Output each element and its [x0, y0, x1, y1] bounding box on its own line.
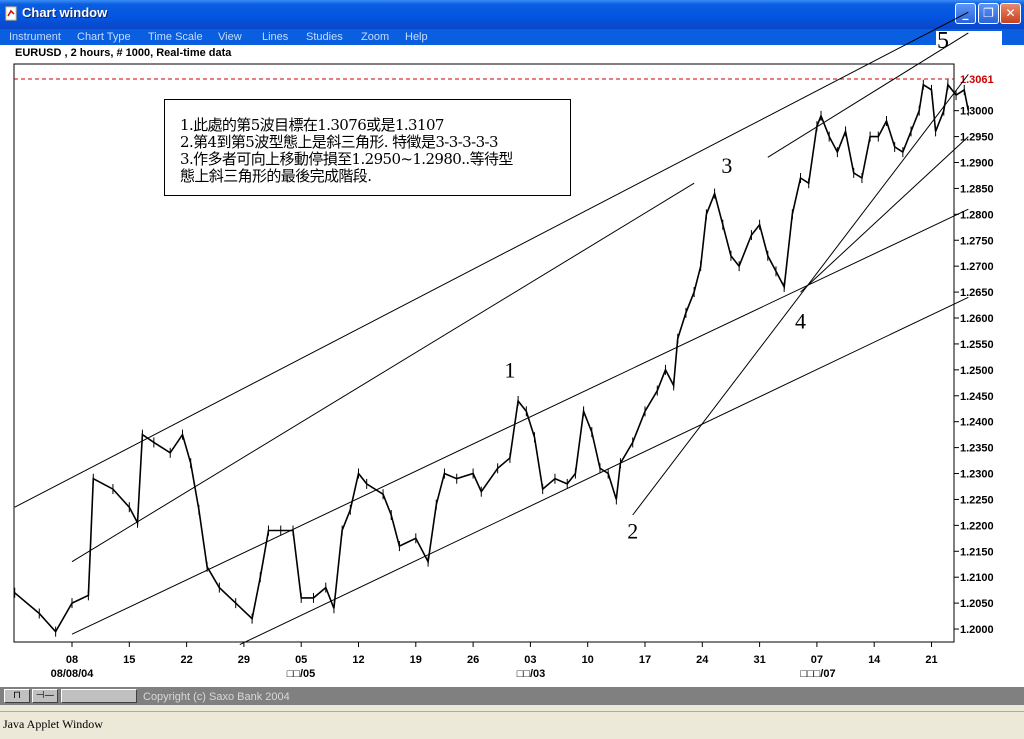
- wave-label-2: 2: [627, 518, 638, 543]
- trend-line: [14, 11, 969, 508]
- y-tick-label: 1.2700: [960, 261, 994, 273]
- x-tick-label: 12: [352, 654, 364, 666]
- x-tick-label: 08: [66, 654, 78, 666]
- y-tick-label: 1.2750: [960, 235, 994, 247]
- applet-bar: [0, 711, 1024, 739]
- x-month-label: □□□/07: [800, 668, 835, 680]
- annotation-box: 1.此處的第5波目標在1.3076或是1.3107 2.第4到第5波型態上是斜三…: [164, 99, 571, 196]
- annotation-line-2: 2.第4到第5波型態上是斜三角形. 特徵是3-3-3-3-3: [180, 133, 499, 151]
- annotation-line-3: 3.作多者可向上移動停損至1.2950~1.2980..等待型: [180, 150, 513, 168]
- x-tick-label: 19: [410, 654, 422, 666]
- current-price-label: 1.3061: [960, 74, 994, 86]
- x-tick-label: 15: [123, 654, 135, 666]
- y-tick-label: 1.3000: [960, 106, 994, 118]
- trend-line: [800, 136, 969, 293]
- x-tick-label: 07: [811, 654, 823, 666]
- wave-label-1: 1: [504, 358, 515, 383]
- applet-label: Java Applet Window: [3, 717, 103, 731]
- copyright-text: Copyright (c) Saxo Bank 2004: [143, 691, 290, 703]
- trend-line: [71, 208, 969, 635]
- annotation-line-4: 態上斜三角形的最後完成階段.: [180, 167, 372, 185]
- x-tick-label: 05: [295, 654, 307, 666]
- wave-label-5: 5: [937, 28, 949, 54]
- x-month-label: 08/08/04: [51, 668, 95, 680]
- y-tick-label: 1.2000: [960, 624, 994, 636]
- y-tick-label: 1.2600: [960, 313, 994, 325]
- y-tick-label: 1.2400: [960, 417, 994, 429]
- x-month-label: □□/03: [517, 668, 546, 680]
- y-tick-label: 1.2950: [960, 132, 994, 144]
- y-tick-label: 1.2350: [960, 443, 994, 455]
- x-tick-label: 14: [868, 654, 881, 666]
- y-tick-label: 1.2650: [960, 287, 994, 299]
- x-tick-label: 22: [180, 654, 192, 666]
- crosshair-button[interactable]: ⊣—: [32, 689, 58, 703]
- annotation-line-1: 1.此處的第5波目標在1.3076或是1.3107: [180, 116, 444, 134]
- x-tick-label: 29: [238, 654, 250, 666]
- y-tick-label: 1.2200: [960, 520, 994, 532]
- x-tick-label: 24: [696, 654, 709, 666]
- wave-label-3: 3: [721, 153, 732, 178]
- pin-button[interactable]: ⊓: [4, 689, 30, 703]
- y-tick-label: 1.2550: [960, 339, 994, 351]
- y-tick-label: 1.2250: [960, 494, 994, 506]
- wave-label-4: 4: [795, 308, 806, 333]
- y-tick-label: 1.2450: [960, 391, 994, 403]
- status-field: [61, 689, 137, 703]
- x-tick-label: 26: [467, 654, 479, 666]
- y-tick-label: 1.2050: [960, 598, 994, 610]
- y-tick-label: 1.2150: [960, 546, 994, 558]
- x-tick-label: 31: [753, 654, 765, 666]
- y-tick-label: 1.2850: [960, 183, 994, 195]
- trend-line: [632, 74, 969, 516]
- y-tick-label: 1.2900: [960, 157, 994, 169]
- trend-line: [71, 182, 695, 563]
- x-month-label: □□/05: [287, 668, 316, 680]
- x-tick-label: 21: [925, 654, 937, 666]
- y-tick-label: 1.2100: [960, 572, 994, 584]
- y-tick-label: 1.2500: [960, 365, 994, 377]
- x-tick-label: 03: [524, 654, 536, 666]
- x-tick-label: 10: [582, 654, 594, 666]
- y-tick-label: 1.2300: [960, 469, 994, 481]
- x-tick-label: 17: [639, 654, 651, 666]
